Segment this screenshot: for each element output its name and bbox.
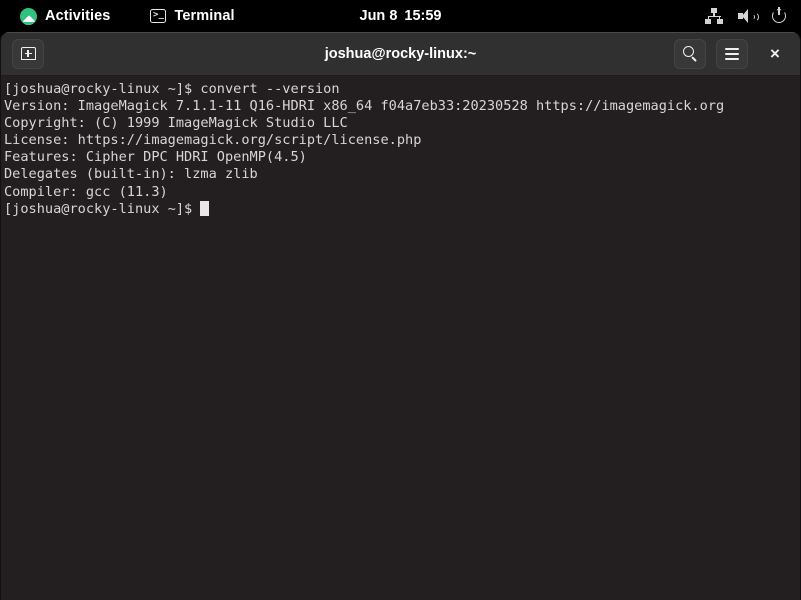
gnome-top-bar: Activities >_ Terminal Jun 8 15:59 — [0, 0, 801, 32]
search-icon — [682, 46, 698, 62]
clock-time: 15:59 — [404, 8, 442, 24]
header-actions: × — [674, 38, 800, 69]
menu-button[interactable] — [716, 38, 748, 69]
power-icon[interactable] — [771, 7, 789, 25]
terminal-body[interactable]: [joshua@rocky-linux ~]$ convert --versio… — [1, 76, 800, 600]
search-button[interactable] — [674, 38, 706, 69]
wired-network-icon[interactable] — [705, 7, 723, 25]
volume-speaker-icon[interactable] — [738, 7, 759, 25]
system-tray[interactable] — [705, 0, 789, 32]
close-icon: × — [770, 44, 780, 63]
close-button[interactable]: × — [762, 41, 788, 67]
activities-label: Activities — [45, 8, 111, 24]
terminal-cursor — [200, 200, 209, 216]
terminal-window: joshua@rocky-linux:~ × [joshua@rocky-lin… — [0, 32, 801, 600]
terminal-output: [joshua@rocky-linux ~]$ convert --versio… — [4, 81, 725, 217]
new-tab-button[interactable] — [12, 38, 44, 69]
window-header-bar: joshua@rocky-linux:~ × — [1, 32, 800, 76]
gnome-activities-icon — [20, 7, 37, 25]
hamburger-menu-icon — [725, 47, 739, 60]
clock[interactable]: Jun 8 15:59 — [0, 0, 801, 32]
new-tab-icon — [20, 47, 36, 60]
app-menu-terminal[interactable]: >_ Terminal — [144, 4, 240, 28]
app-menu-label: Terminal — [174, 8, 235, 24]
activities-button[interactable]: Activities — [14, 4, 116, 28]
terminal-icon: >_ — [150, 9, 167, 23]
clock-date: Jun 8 — [359, 8, 398, 24]
